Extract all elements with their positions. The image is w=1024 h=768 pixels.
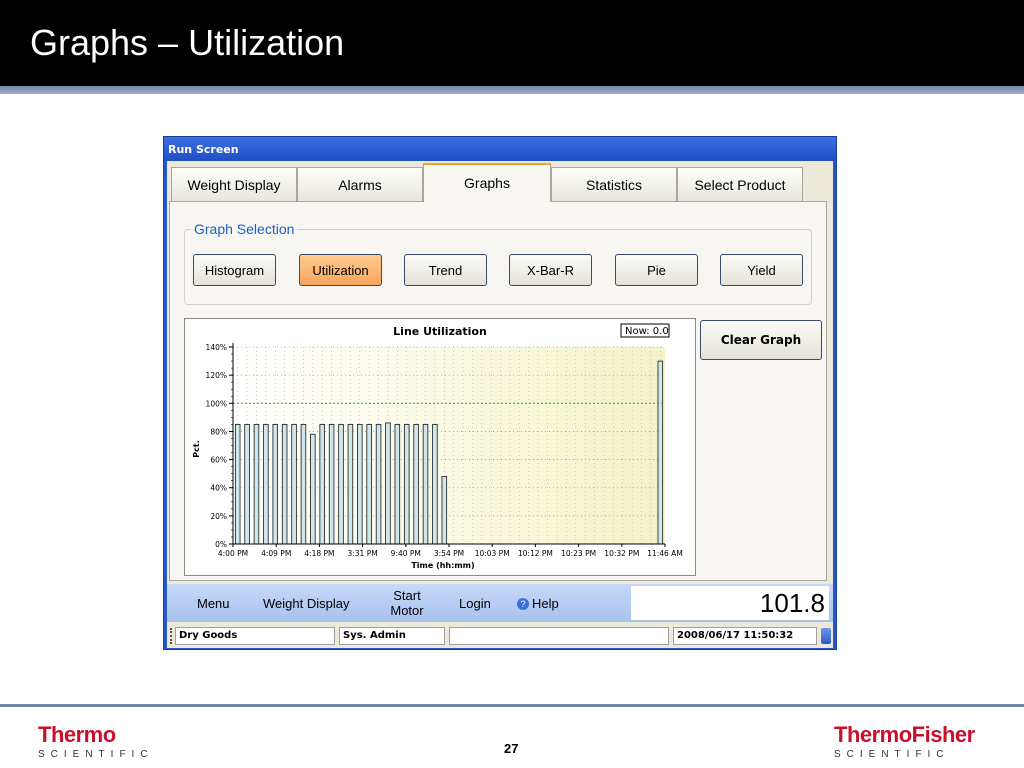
x-axis-label: Time (hh:mm) bbox=[411, 561, 474, 570]
x-tick-label: 10:32 PM bbox=[604, 549, 639, 558]
x-tick-label: 4:18 PM bbox=[304, 549, 334, 558]
bar bbox=[319, 423, 325, 545]
graph-selection-group: Graph Selection Histogram Utilization Tr… bbox=[184, 221, 812, 305]
y-tick-label: 80% bbox=[210, 427, 227, 436]
bar bbox=[432, 423, 438, 545]
status-product: Dry Goods bbox=[175, 627, 335, 645]
clear-graph-button[interactable]: Clear Graph bbox=[700, 320, 822, 360]
pie-button[interactable]: Pie bbox=[615, 254, 698, 286]
tab-graphs[interactable]: Graphs bbox=[423, 163, 551, 202]
footer-divider bbox=[0, 704, 1024, 707]
histogram-button[interactable]: Histogram bbox=[193, 254, 276, 286]
window-title: Run Screen bbox=[168, 143, 239, 156]
start-motor-line2: Motor bbox=[390, 603, 424, 618]
status-user: Sys. Admin bbox=[339, 627, 445, 645]
command-bar: Menu Weight Display Start Motor Login ? H… bbox=[167, 584, 833, 622]
graph-selection-label: Graph Selection bbox=[191, 221, 298, 237]
chart-title: Line Utilization bbox=[393, 325, 487, 338]
now-readout: Now: 0.0 bbox=[625, 326, 669, 337]
bar bbox=[291, 423, 297, 545]
x-tick-label: 3:31 PM bbox=[347, 549, 377, 558]
login-button[interactable]: Login bbox=[459, 596, 491, 611]
x-tick-label: 3:54 PM bbox=[434, 549, 464, 558]
utilization-chart: Line Utilization Now: 0.0 Pct. Time (hh:… bbox=[184, 318, 696, 576]
bar bbox=[394, 423, 401, 545]
tab-statistics[interactable]: Statistics bbox=[551, 167, 677, 201]
logo-right-wordmark: ThermoFisher bbox=[834, 722, 975, 747]
run-screen-window: Run Screen Weight Display Alarms Graphs … bbox=[163, 136, 837, 650]
status-message bbox=[449, 627, 669, 645]
bar bbox=[244, 423, 250, 545]
bar bbox=[281, 423, 288, 545]
tab-select-product[interactable]: Select Product bbox=[677, 167, 803, 201]
window-client: Weight Display Alarms Graphs Statistics … bbox=[167, 161, 833, 648]
bar bbox=[357, 423, 363, 545]
thermo-fisher-logo: ThermoFisher SCIENTIFIC bbox=[834, 722, 975, 760]
status-grip-icon bbox=[170, 628, 172, 644]
y-tick-label: 60% bbox=[210, 456, 227, 465]
bar bbox=[272, 423, 279, 545]
bar bbox=[328, 423, 335, 545]
trend-button[interactable]: Trend bbox=[404, 254, 487, 286]
bar bbox=[385, 422, 391, 545]
help-icon: ? bbox=[517, 598, 529, 610]
x-tick-label: 10:03 PM bbox=[475, 549, 510, 558]
help-label: Help bbox=[532, 596, 559, 611]
bar bbox=[234, 423, 241, 545]
weight-display-button[interactable]: Weight Display bbox=[263, 596, 349, 611]
x-bar-r-button[interactable]: X-Bar-R bbox=[509, 254, 592, 286]
x-tick-label: 9:40 PM bbox=[391, 549, 421, 558]
weight-readout: 101.8 bbox=[631, 586, 829, 620]
page-number: 27 bbox=[504, 741, 519, 756]
bar bbox=[263, 423, 269, 545]
status-bar: Dry Goods Sys. Admin 2008/06/17 11:50:32 bbox=[167, 623, 833, 648]
bar bbox=[657, 360, 664, 545]
help-button[interactable]: ? Help bbox=[517, 596, 559, 611]
utilization-chart-svg: Line Utilization Now: 0.0 Pct. Time (hh:… bbox=[192, 323, 683, 570]
plot-background bbox=[233, 347, 665, 544]
bar bbox=[422, 423, 429, 545]
start-motor-line1: Start bbox=[393, 588, 421, 603]
x-tick-label: 10:12 PM bbox=[518, 549, 553, 558]
slide-title: Graphs – Utilization bbox=[30, 22, 345, 63]
bar bbox=[413, 423, 419, 545]
plot-area: 0% 20% 40% 60% 80% 100% 120% 140% 4:00 PM 4:09 PM… bbox=[206, 343, 683, 558]
y-tick-label: 40% bbox=[210, 484, 227, 493]
menu-button[interactable]: Menu bbox=[197, 596, 230, 611]
x-tick-label: 11:46 AM bbox=[647, 549, 683, 558]
y-tick-label: 20% bbox=[210, 512, 227, 521]
bar bbox=[366, 423, 372, 545]
bar bbox=[253, 423, 260, 545]
tab-alarms[interactable]: Alarms bbox=[297, 167, 423, 201]
status-datetime: 2008/06/17 11:50:32 bbox=[673, 627, 817, 645]
y-tick-label: 140% bbox=[206, 343, 227, 352]
y-tick-label: 100% bbox=[206, 399, 227, 408]
y-tick-label: 120% bbox=[206, 371, 227, 380]
logo-left-subtitle: SCIENTIFIC bbox=[38, 749, 154, 760]
x-tick-label: 10:23 PM bbox=[561, 549, 596, 558]
y-tick-label: 0% bbox=[215, 540, 227, 549]
bar bbox=[347, 423, 354, 545]
bar bbox=[310, 433, 316, 545]
start-motor-button[interactable]: Start Motor bbox=[385, 588, 429, 618]
x-tick-label: 4:09 PM bbox=[261, 549, 291, 558]
thermo-scientific-logo: Thermo SCIENTIFIC bbox=[38, 722, 154, 760]
bar bbox=[338, 423, 344, 545]
logo-left-wordmark: Thermo bbox=[38, 722, 116, 747]
bar bbox=[375, 423, 382, 545]
bar bbox=[300, 423, 307, 545]
bar bbox=[441, 476, 448, 545]
slide-header: Graphs – Utilization bbox=[0, 0, 1024, 86]
yield-button[interactable]: Yield bbox=[720, 254, 803, 286]
header-divider bbox=[0, 86, 1024, 94]
window-titlebar[interactable]: Run Screen bbox=[164, 137, 836, 161]
graphs-tab-panel: Graph Selection Histogram Utilization Tr… bbox=[169, 201, 827, 581]
utilization-button[interactable]: Utilization bbox=[299, 254, 382, 286]
tab-weight-display[interactable]: Weight Display bbox=[171, 167, 297, 201]
status-menu-icon[interactable] bbox=[821, 628, 831, 644]
bar bbox=[403, 423, 410, 545]
y-axis-label: Pct. bbox=[192, 440, 201, 457]
logo-right-subtitle: SCIENTIFIC bbox=[834, 749, 950, 760]
x-tick-label: 4:00 PM bbox=[218, 549, 248, 558]
